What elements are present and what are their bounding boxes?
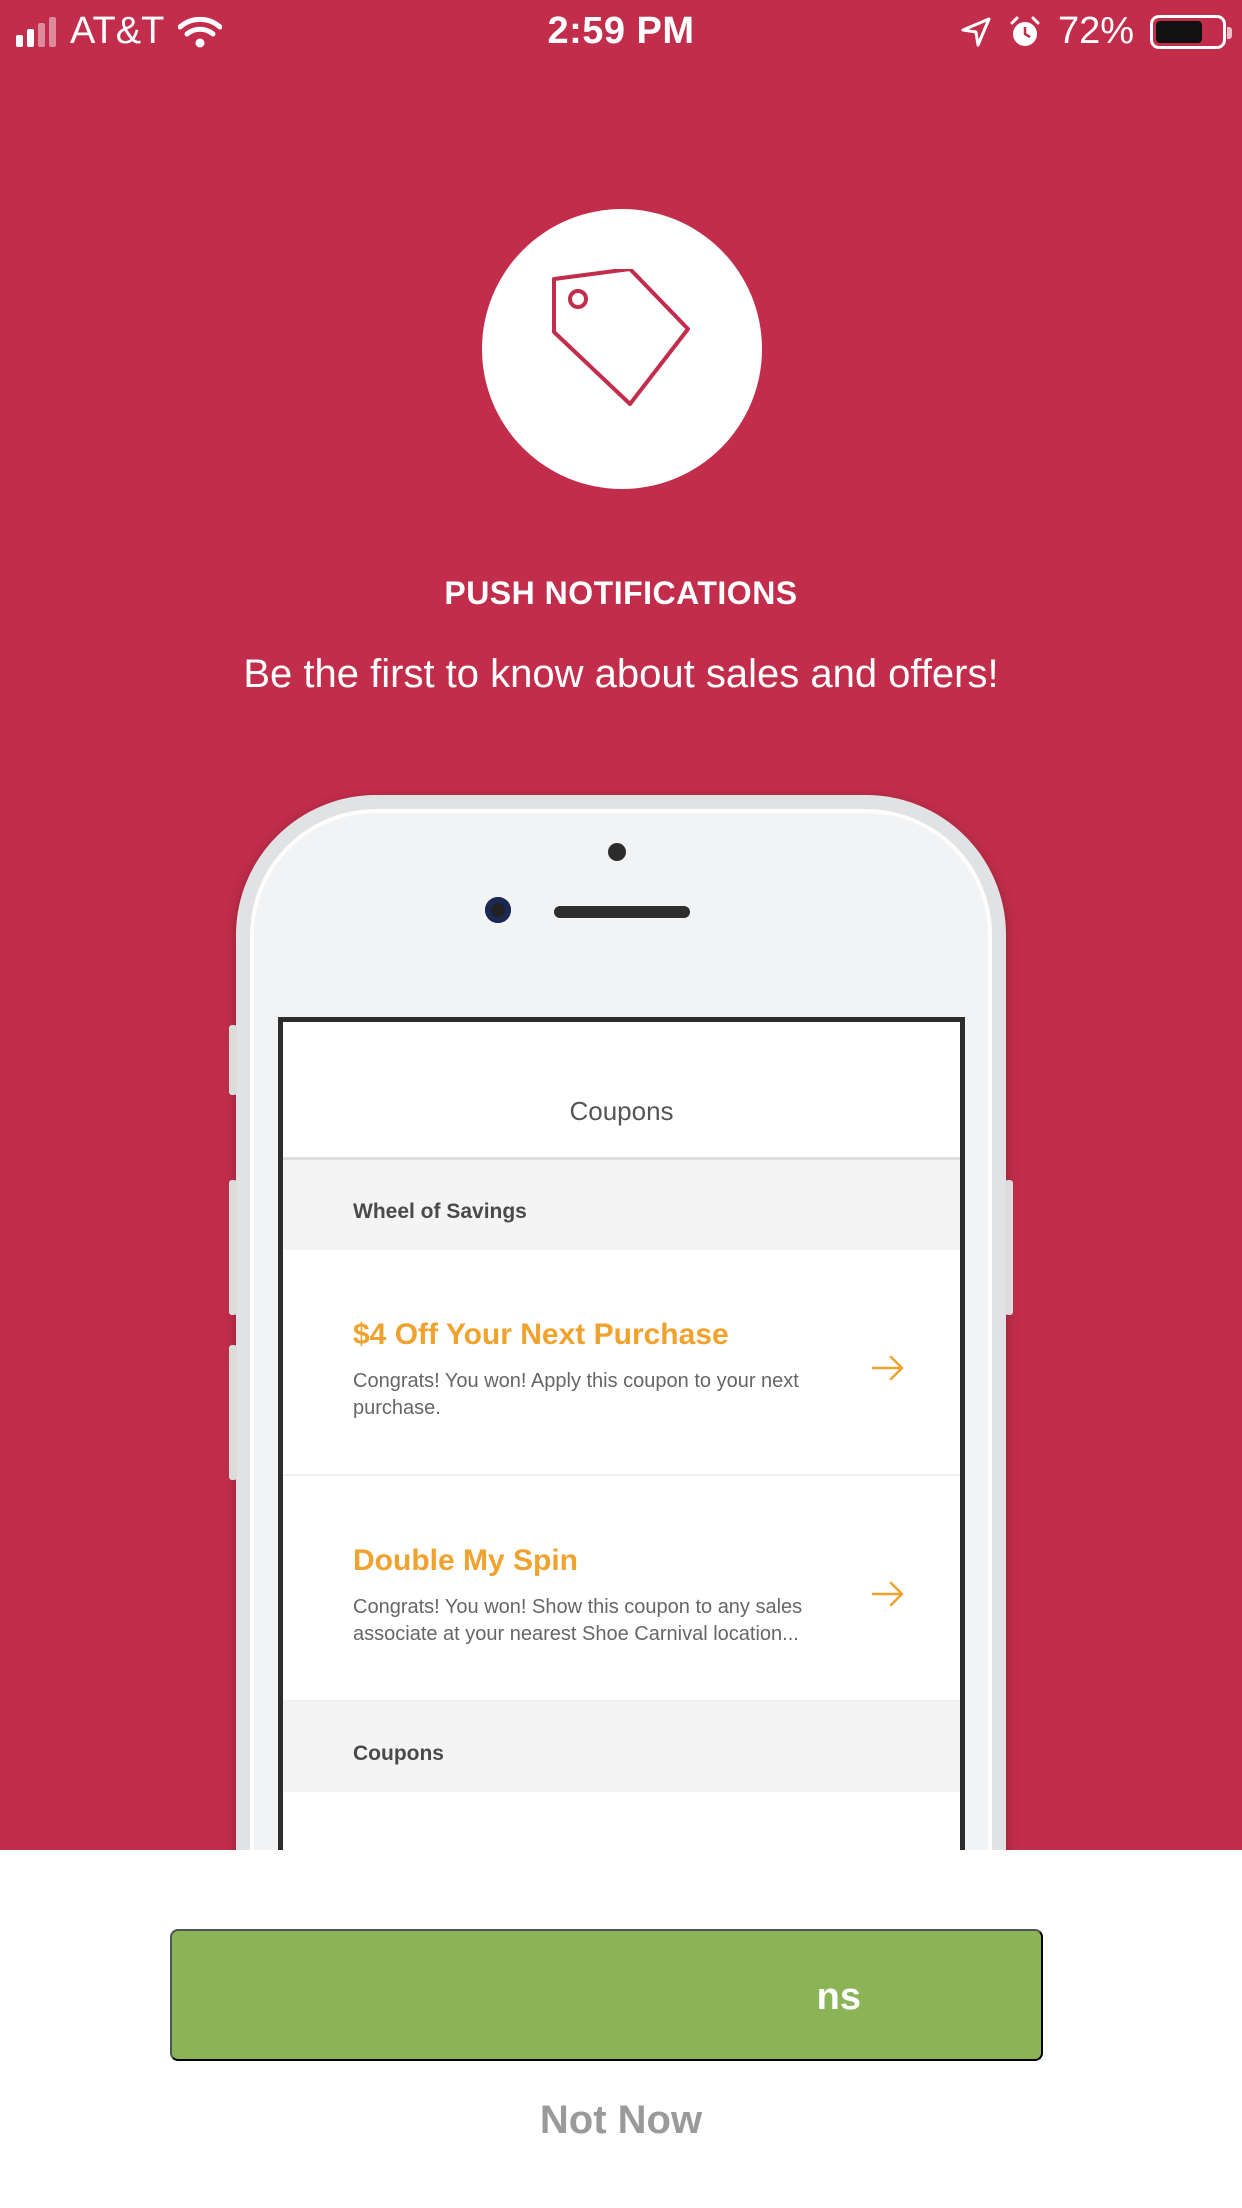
coupon-description: Congrats! You won! Apply this coupon to … [353,1370,799,1419]
page-title: PUSH NOTIFICATIONS [444,575,798,611]
coupon-title: $4 Off Your Next Purchase [353,1318,729,1351]
phone-power-button [1005,1180,1013,1315]
not-now-button[interactable]: Not Now [0,2098,1242,2143]
phone-speaker [554,906,690,918]
price-tag-icon [552,269,690,406]
phone-front-camera [485,897,511,923]
battery-percent: 72% [1057,10,1134,52]
coupon-item: $4 Off Your Next Purchase Congrats! You … [283,1250,960,1476]
page-subtitle: Be the first to know about sales and off… [243,652,999,696]
phone-volume-down [229,1345,237,1480]
enable-notifications-button[interactable]: ns [170,1929,1043,2061]
status-bar: AT&T 2:59 PM 72% [0,0,1242,62]
screen-title: Coupons [283,1022,960,1160]
alarm-icon [1010,16,1040,46]
arrow-right-icon [871,1355,904,1381]
coupon-title: Double My Spin [353,1544,578,1577]
coupon-item: Double My Spin Congrats! You won! Show t… [283,1476,960,1702]
phone-mute-switch [229,1025,237,1095]
arrow-right-icon [871,1581,904,1607]
location-icon [961,17,991,46]
phone-screen: Coupons Wheel of Savings $4 Off Your Nex… [278,1017,965,1850]
enable-notifications-label: ns [816,1976,861,2018]
price-tag-icon-circle [482,209,762,489]
coupon-description: Congrats! You won! Show this coupon to a… [353,1596,803,1645]
phone-proximity-sensor [608,843,626,861]
section-header: Wheel of Savings [283,1160,960,1250]
onboarding-hero: AT&T 2:59 PM 72% PUSH NOTIFICATIONS Be t… [0,0,1242,1850]
phone-volume-up [229,1180,237,1315]
battery-icon [1150,14,1232,49]
section-header: Coupons [283,1702,960,1792]
